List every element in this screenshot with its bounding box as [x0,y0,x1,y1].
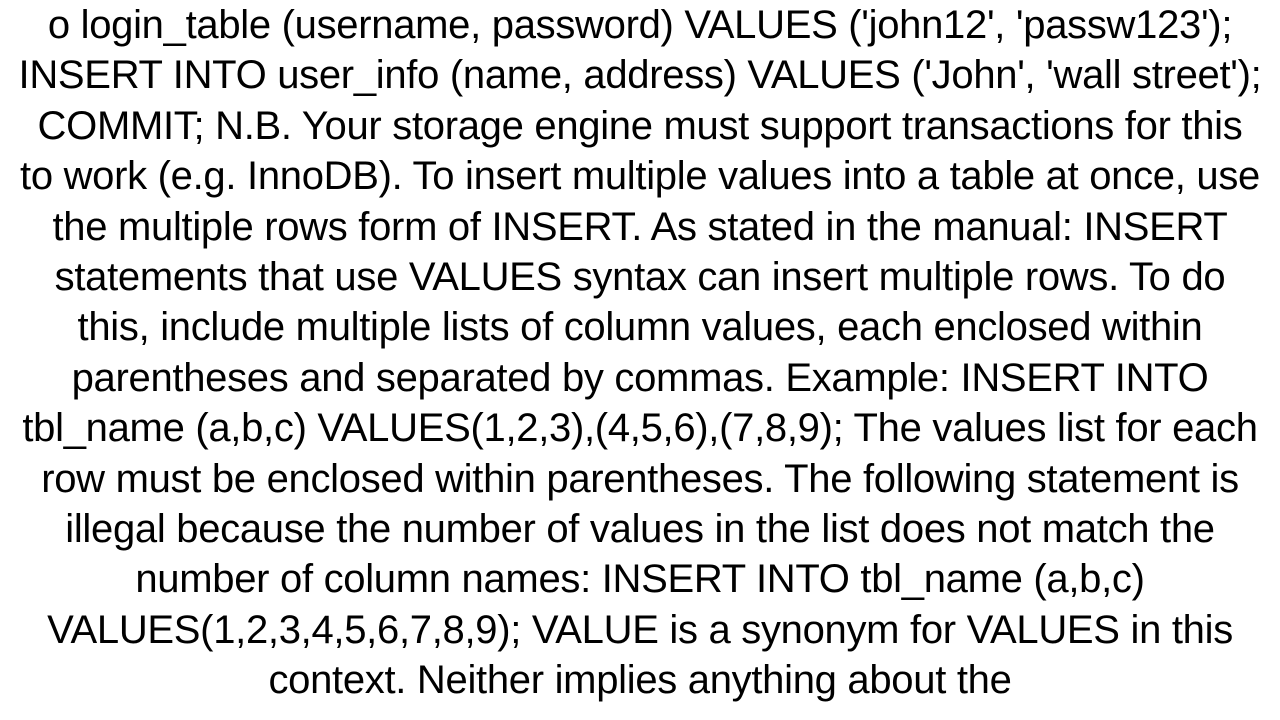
document-body-text: o login_table (username, password) VALUE… [0,0,1280,705]
